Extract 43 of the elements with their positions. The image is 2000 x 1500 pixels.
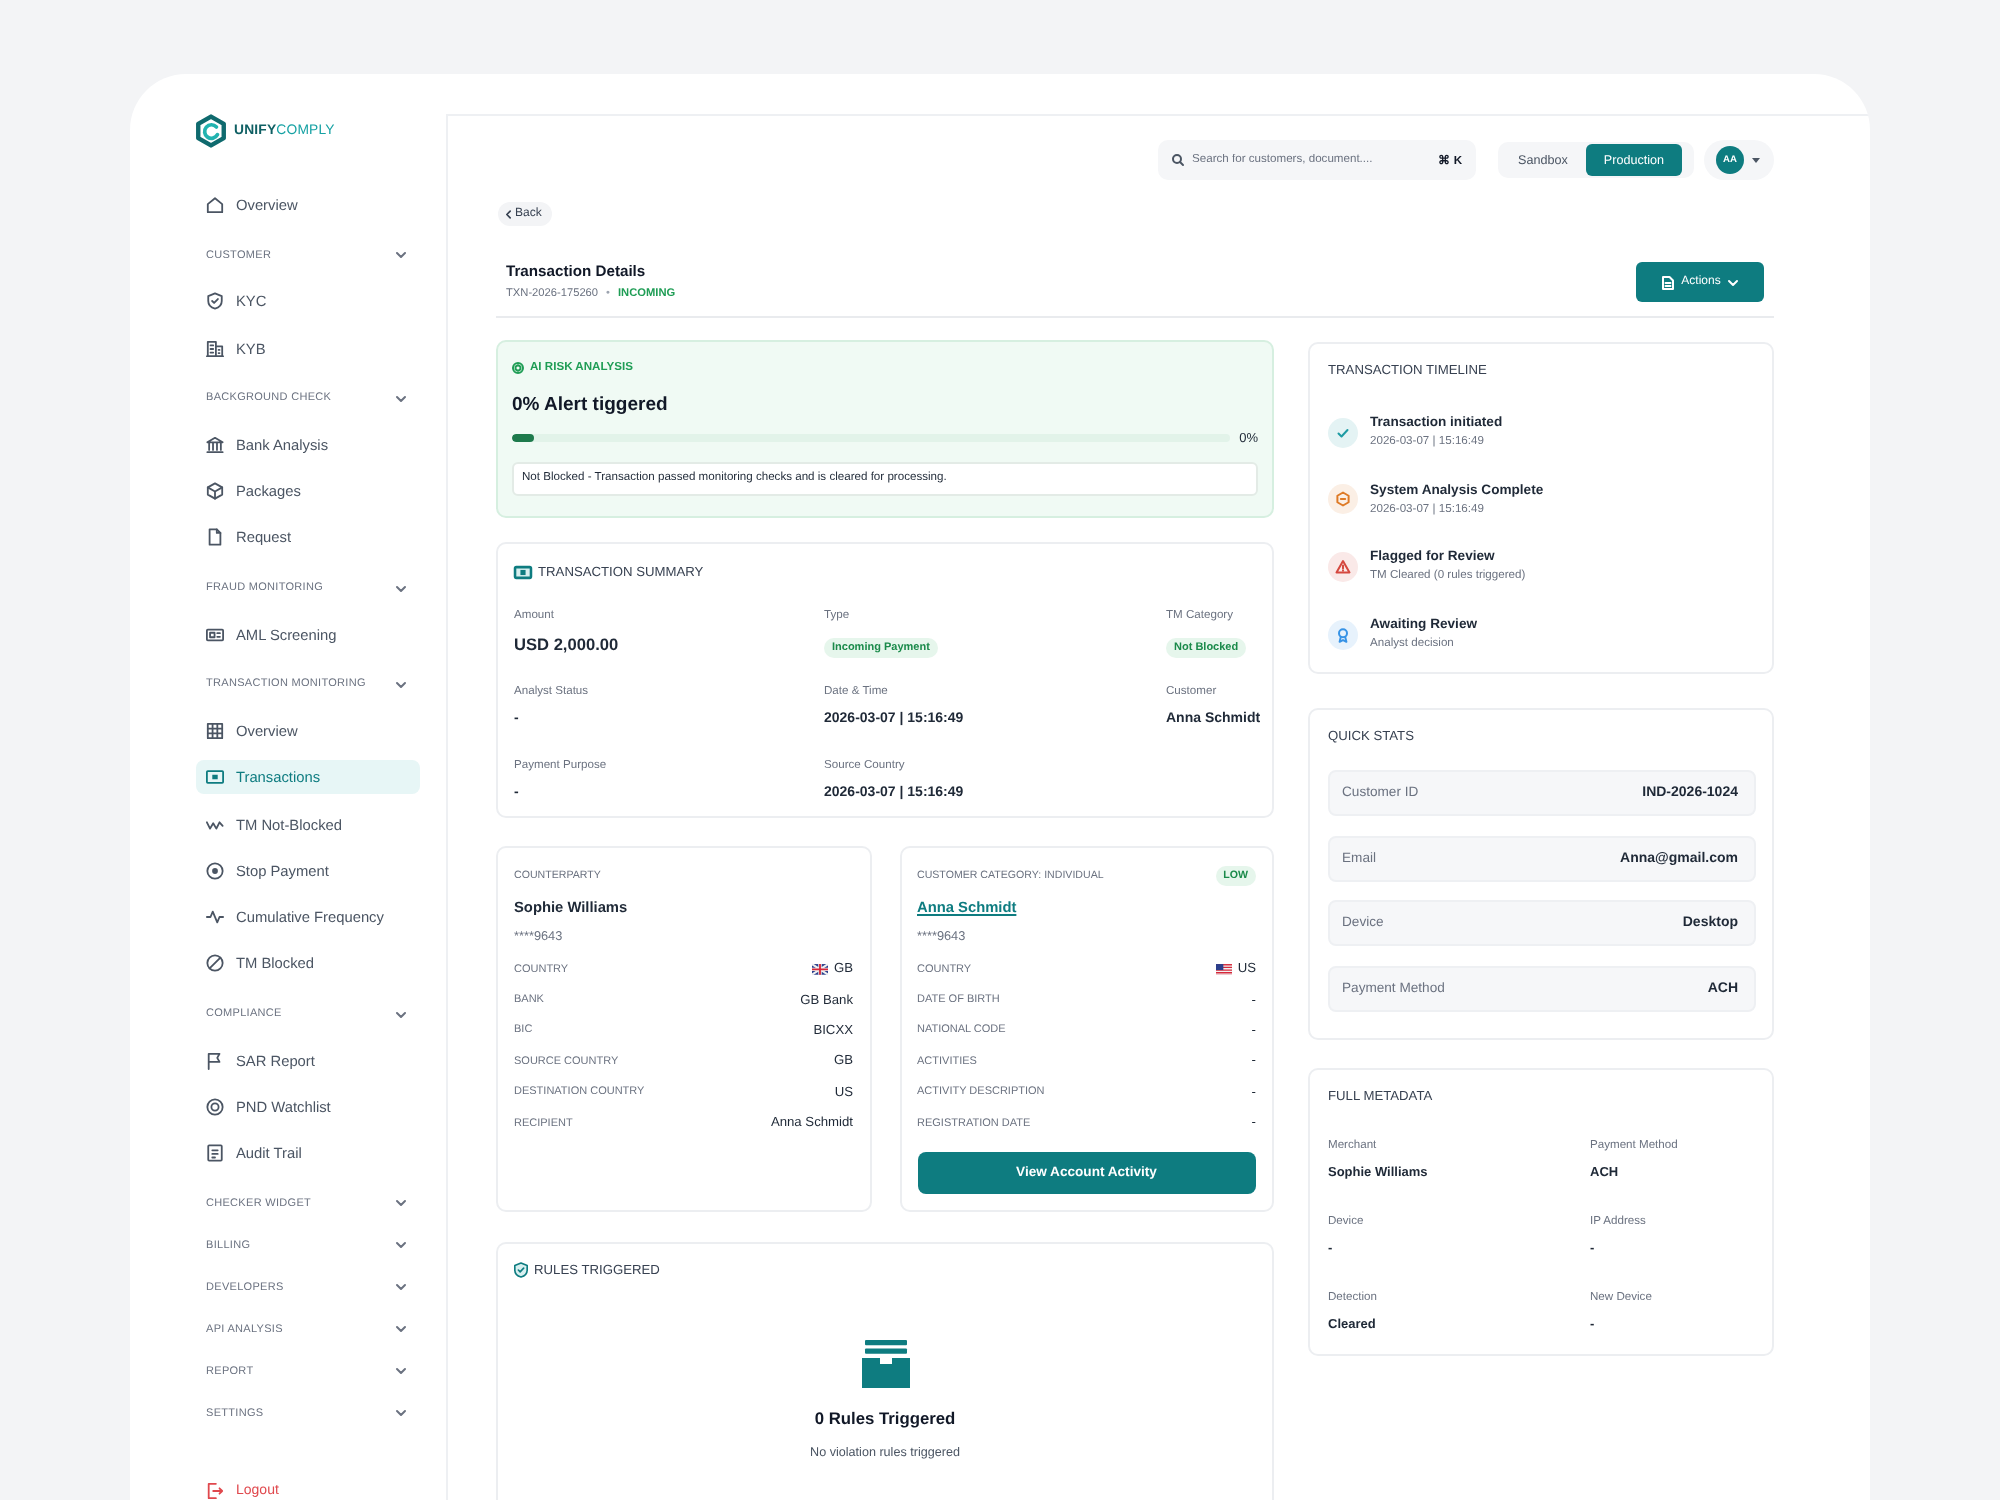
stop-circle-icon (206, 861, 224, 880)
empty-state-title: 0 Rules Triggered (814, 1408, 956, 1428)
logo-icon (194, 113, 228, 147)
logout-icon (206, 1482, 224, 1500)
chevron-left-icon (506, 209, 511, 219)
building-icon (206, 339, 224, 358)
chevron-down-icon (396, 252, 406, 259)
chevron-down-icon (396, 1326, 406, 1333)
banknote-icon (514, 565, 532, 579)
cube-icon (206, 482, 224, 501)
caret-down-icon (1752, 157, 1760, 163)
clipboard-icon (206, 1144, 224, 1163)
zigzag-icon (206, 815, 224, 834)
amount-value: USD 2,000.00 (514, 632, 621, 658)
id-card-icon (206, 625, 224, 644)
document-icon (1661, 275, 1674, 289)
chevron-down-icon (396, 681, 406, 688)
chevron-down-icon (396, 1242, 406, 1249)
banknote-icon (206, 768, 224, 787)
target-icon (206, 1097, 224, 1116)
ban-icon (206, 954, 224, 973)
chevron-down-icon (396, 1011, 406, 1018)
flag-icon (206, 1051, 224, 1070)
grid-icon (206, 721, 224, 740)
shield-check-icon (514, 1262, 528, 1278)
search-icon (1172, 154, 1185, 166)
chevron-down-icon (396, 585, 406, 592)
pulse-icon (206, 908, 224, 927)
chevron-down-icon (396, 1200, 406, 1207)
bank-icon (206, 435, 224, 454)
ring-icon (512, 361, 524, 373)
chevron-down-icon (396, 1410, 406, 1417)
chevron-down-icon (396, 1368, 406, 1375)
chevron-down-icon (396, 1284, 406, 1291)
chevron-down-icon (396, 395, 406, 402)
home-icon (206, 196, 224, 215)
chevron-down-icon (1728, 279, 1739, 285)
alert-headline: 0% Alert tiggered (512, 394, 670, 416)
file-icon (206, 528, 224, 547)
flag-icon (1215, 963, 1232, 975)
flag-icon (811, 963, 828, 975)
shield-check-icon (206, 292, 224, 311)
archive-box-icon (861, 1340, 909, 1388)
